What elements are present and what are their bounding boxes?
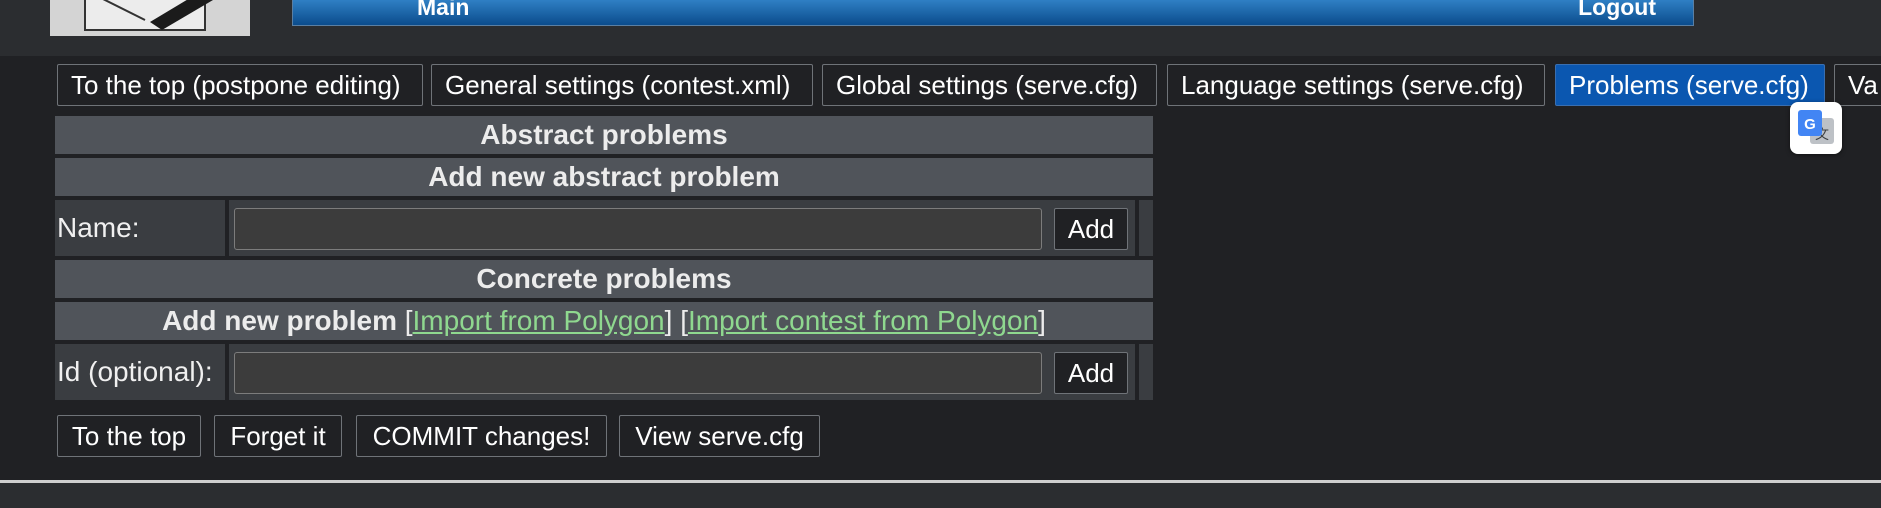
view-serve-cfg-button[interactable]: View serve.cfg — [619, 415, 820, 457]
add-abstract-problem-heading: Add new abstract problem — [55, 158, 1153, 196]
id-input-cell — [229, 344, 1097, 400]
abstract-name-row: Name: Add — [55, 200, 1153, 256]
commit-changes-button[interactable]: COMMIT changes! — [356, 415, 607, 457]
svg-text:G: G — [1804, 116, 1816, 133]
concrete-id-row: Id (optional): Add — [55, 344, 1153, 400]
concrete-add-cell: Add — [1047, 344, 1135, 400]
header-bar: Main Logout — [292, 0, 1694, 26]
tab-variants-truncated[interactable]: Va — [1834, 64, 1881, 106]
abstract-add-cell: Add — [1047, 200, 1135, 256]
bracket-open: [ — [396, 305, 413, 336]
name-input-cell — [229, 200, 1097, 256]
add-abstract-button[interactable]: Add — [1054, 208, 1128, 250]
logo-image[interactable] — [50, 0, 250, 36]
problem-id-input[interactable] — [234, 352, 1042, 394]
name-label: Name: — [55, 200, 225, 256]
add-new-problem-label: Add new problem — [162, 305, 397, 336]
add-problem-button[interactable]: Add — [1054, 352, 1128, 394]
translate-button[interactable]: 文 G — [1790, 102, 1842, 154]
import-contest-from-polygon-link[interactable]: Import contest from Polygon — [688, 305, 1038, 336]
abstract-problems-heading: Abstract problems — [55, 116, 1153, 154]
tab-to-top-postpone[interactable]: To the top (postpone editing) — [57, 64, 423, 106]
add-new-problem-heading: Add new problem [Import from Polygon] [I… — [55, 302, 1153, 340]
tab-general-settings[interactable]: General settings (contest.xml) — [431, 64, 813, 106]
row-end-cell — [1139, 344, 1153, 400]
logout-link[interactable]: Logout — [1578, 0, 1656, 21]
google-translate-icon: 文 G — [1798, 110, 1834, 144]
tab-global-settings[interactable]: Global settings (serve.cfg) — [822, 64, 1157, 106]
row-end-cell — [1139, 200, 1153, 256]
tab-language-settings[interactable]: Language settings (serve.cfg) — [1167, 64, 1545, 106]
abstract-name-input[interactable] — [234, 208, 1042, 250]
envelope-logo-icon — [50, 0, 250, 36]
id-label: Id (optional): — [55, 344, 225, 400]
bracket-close: ] — [1038, 305, 1046, 336]
to-the-top-button[interactable]: To the top — [57, 415, 201, 457]
tab-problems[interactable]: Problems (serve.cfg) — [1555, 64, 1825, 106]
main-link[interactable]: Main — [417, 0, 469, 21]
bracket-mid: ] [ — [664, 305, 688, 336]
import-from-polygon-link[interactable]: Import from Polygon — [413, 305, 665, 336]
forget-it-button[interactable]: Forget it — [214, 415, 342, 457]
concrete-problems-heading: Concrete problems — [55, 260, 1153, 298]
footer-band — [0, 483, 1881, 508]
